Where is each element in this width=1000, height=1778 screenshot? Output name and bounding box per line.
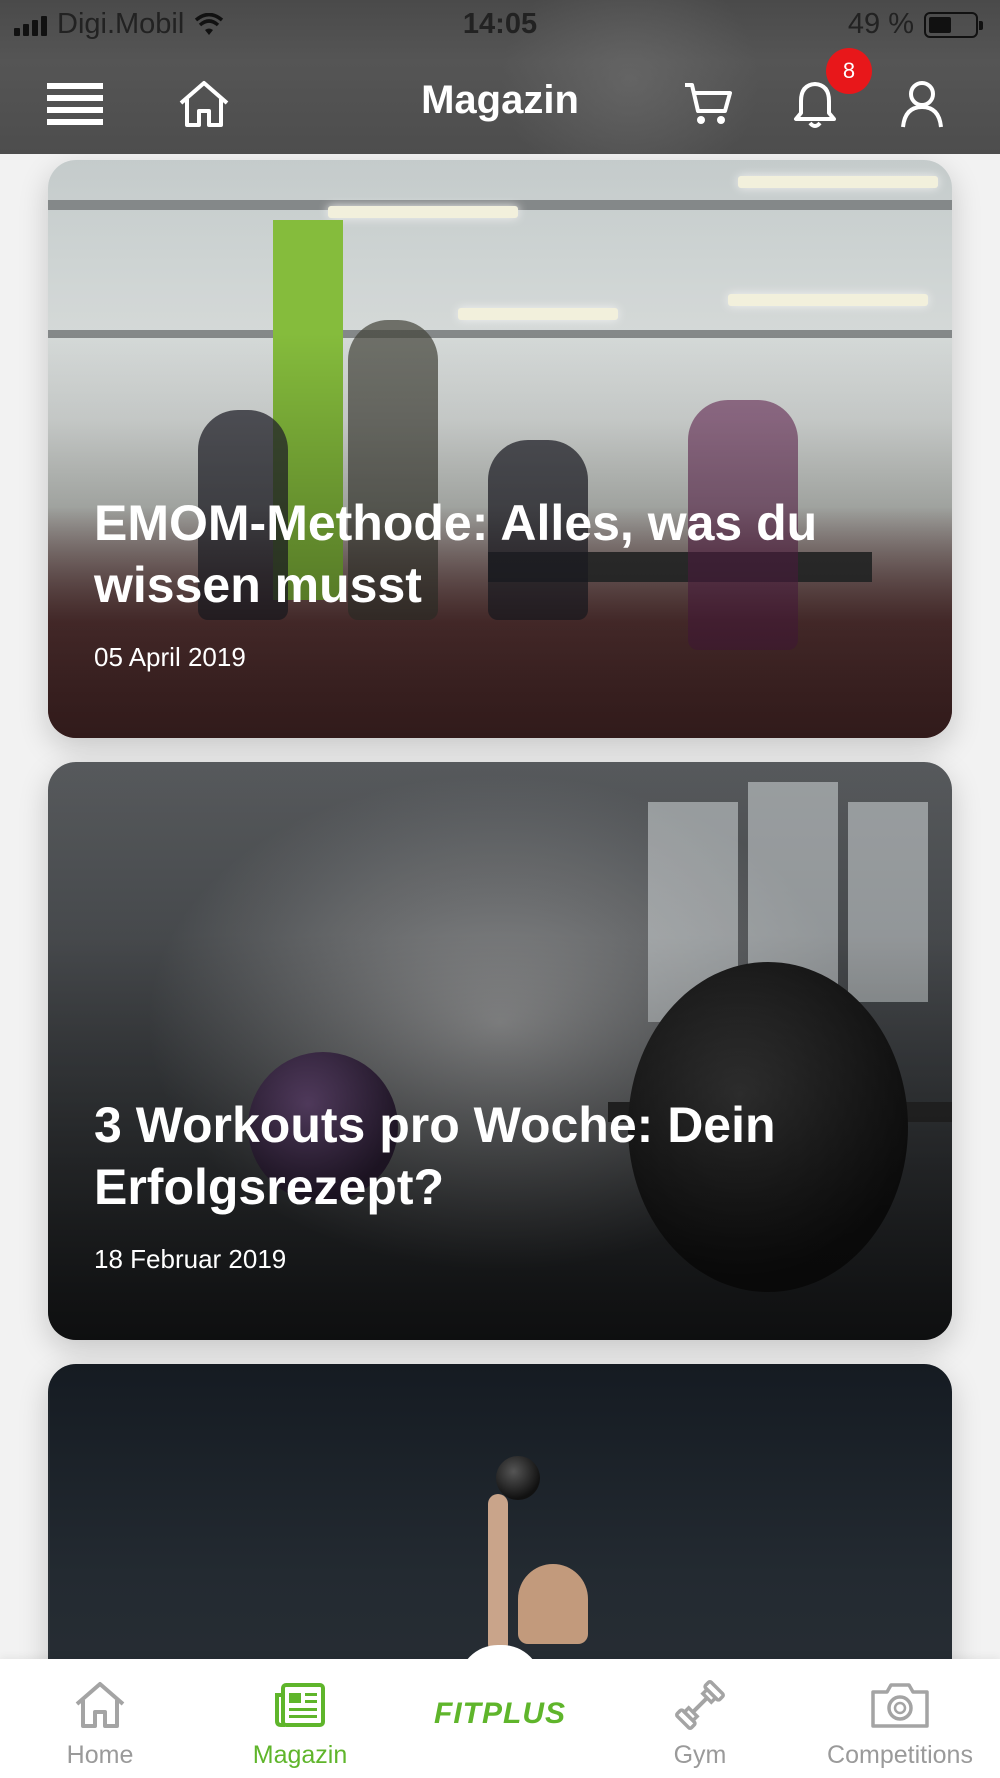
article-card[interactable] (48, 1364, 952, 1659)
user-icon (901, 81, 943, 128)
article-card[interactable]: 3 Workouts pro Woche: Dein Erfolgsrezept… (48, 762, 952, 1340)
battery-icon (924, 11, 983, 38)
profile-button[interactable] (892, 76, 952, 132)
cart-button[interactable] (678, 76, 738, 132)
bottom-tab-bar: Home Magazin FITPLUS Gym Competitions (0, 1645, 1000, 1778)
tab-competitions[interactable]: Competitions (800, 1659, 1000, 1778)
tab-gym[interactable]: Gym (600, 1659, 800, 1778)
camera-icon (871, 1683, 929, 1728)
tab-home[interactable]: Home (0, 1659, 200, 1778)
notification-badge: 8 (826, 48, 872, 94)
app-header: Digi.Mobil 14:05 49 % Magazin 8 (0, 0, 1000, 154)
article-card[interactable]: EMOM-Methode: Alles, was du wissen musst… (48, 160, 952, 738)
article-date: 05 April 2019 (94, 642, 246, 672)
battery-status: 49 % (847, 8, 983, 41)
tab-label: Magazin (252, 1741, 348, 1769)
home-icon (75, 1682, 125, 1728)
tab-label: Competitions (827, 1741, 973, 1769)
article-title: 3 Workouts pro Woche: Dein Erfolgsrezept… (94, 1097, 776, 1215)
article-title: EMOM-Methode: Alles, was du wissen musst (94, 495, 818, 613)
dumbbell-icon (675, 1680, 725, 1730)
bell-icon (794, 82, 836, 128)
magazine-feed[interactable]: EMOM-Methode: Alles, was du wissen musst… (0, 154, 1000, 1659)
tab-label: Home (66, 1741, 134, 1769)
fitplus-logo[interactable]: FITPLUS (400, 1697, 600, 1731)
article-image (48, 1364, 952, 1659)
tab-label: Gym (673, 1741, 727, 1769)
tab-magazin[interactable]: Magazin (200, 1659, 400, 1778)
article-date: 18 Februar 2019 (94, 1244, 287, 1274)
newspaper-icon (275, 1683, 325, 1727)
status-bar: Digi.Mobil 14:05 49 % (0, 0, 1000, 50)
cart-icon (685, 83, 732, 124)
battery-percent: 49 % (847, 8, 914, 40)
